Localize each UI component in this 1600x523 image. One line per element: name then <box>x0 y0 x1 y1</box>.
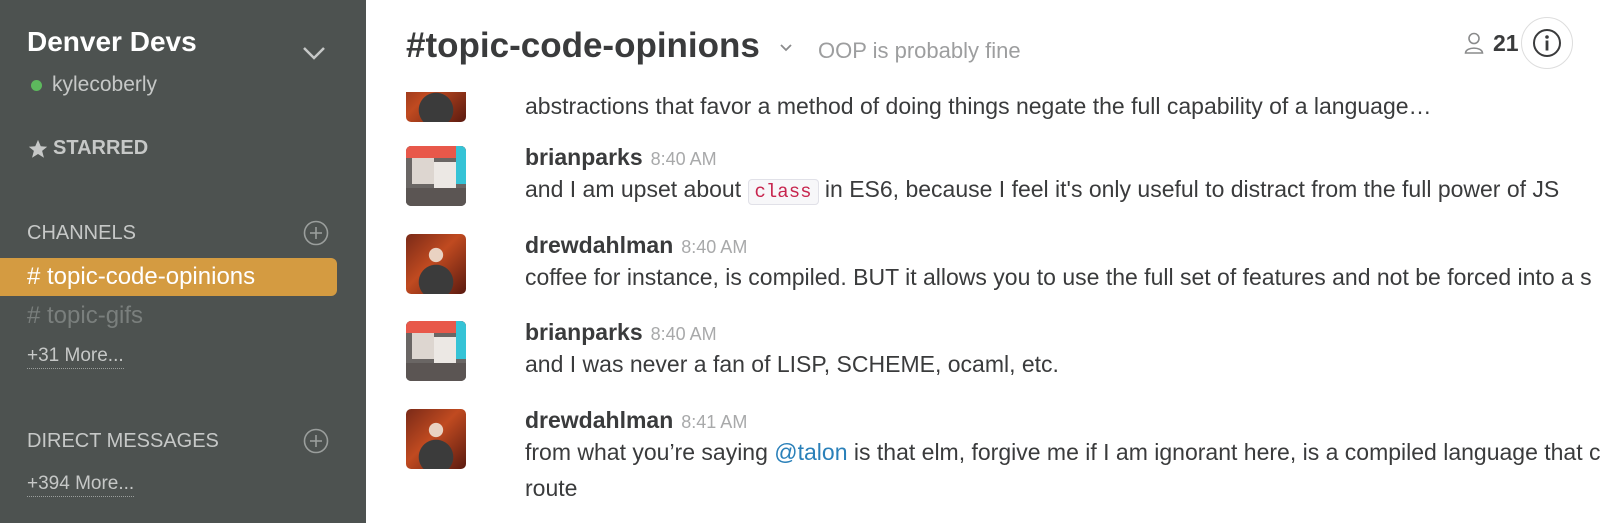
message-text: and I was never a fan of LISP, SCHEME, o… <box>525 351 1059 377</box>
message-author[interactable]: brianparks <box>525 319 643 345</box>
avatar[interactable] <box>406 409 466 469</box>
message-author[interactable]: drewdahlman <box>525 407 673 433</box>
direct-messages-heading[interactable]: DIRECT MESSAGES <box>27 430 219 453</box>
message-author[interactable]: brianparks <box>525 144 643 170</box>
message-timestamp[interactable]: 8:40 AM <box>651 324 717 344</box>
user-mention[interactable]: @talon <box>774 439 847 465</box>
starred-section[interactable]: STARRED <box>27 137 148 160</box>
sidebar: Denver Devs kylecoberly STARRED CHANNELS… <box>0 0 366 523</box>
info-icon <box>1533 29 1561 57</box>
avatar[interactable] <box>406 92 466 122</box>
username: kylecoberly <box>52 73 158 96</box>
message-text: from what you’re saying @talon is that e… <box>525 434 1600 470</box>
inline-code: class <box>747 179 819 205</box>
message-text-continued: route <box>525 475 578 501</box>
current-user[interactable]: kylecoberly <box>31 73 157 97</box>
text-fragment: in ES6, because I feel it's only useful … <box>818 176 1560 202</box>
text-fragment: and I am upset about <box>525 176 748 202</box>
channel-topic-code-opinions[interactable]: # topic-code-opinions <box>0 258 337 296</box>
message-text: abstractions that favor a method of doin… <box>525 93 1432 119</box>
avatar-image <box>406 146 466 206</box>
avatar-image <box>406 321 466 381</box>
member-icon[interactable] <box>1464 32 1484 54</box>
channels-more-link[interactable]: +31 More... <box>27 345 124 369</box>
message-timestamp[interactable]: 8:40 AM <box>651 149 717 169</box>
plus-circle-icon[interactable] <box>303 428 329 454</box>
caret-down-icon[interactable] <box>780 44 792 52</box>
dm-more-link[interactable]: +394 More... <box>27 473 135 497</box>
star-icon <box>28 139 48 158</box>
member-count[interactable]: 21 <box>1493 30 1519 57</box>
presence-icon <box>31 79 42 91</box>
message-author[interactable]: drewdahlman <box>525 232 673 258</box>
chevron-down-icon[interactable] <box>302 46 326 60</box>
channels-heading[interactable]: CHANNELS <box>27 222 136 245</box>
message-timestamp[interactable]: 8:40 AM <box>681 237 747 257</box>
channel-topic-gifs[interactable]: # topic-gifs <box>0 297 337 335</box>
avatar[interactable] <box>406 321 466 381</box>
message-text: and I am upset about class in ES6, becau… <box>525 171 1559 210</box>
text-fragment: from what you’re saying <box>525 439 775 465</box>
starred-label: STARRED <box>53 137 149 159</box>
channel-topic[interactable]: OOP is probably fine <box>818 38 1021 64</box>
message-timestamp[interactable]: 8:41 AM <box>681 412 747 432</box>
avatar[interactable] <box>406 146 466 206</box>
avatar[interactable] <box>406 234 466 294</box>
channel-title[interactable]: #topic-code-opinions <box>406 26 760 66</box>
text-fragment: is that elm, forgive me if I am ignorant… <box>847 439 1600 465</box>
info-button[interactable] <box>1521 17 1573 69</box>
plus-circle-icon[interactable] <box>303 220 329 246</box>
team-name[interactable]: Denver Devs <box>27 26 197 58</box>
channel-header: #topic-code-opinions OOP is probably fin… <box>366 0 1600 92</box>
message-text: coffee for instance, is compiled. BUT it… <box>525 264 1592 290</box>
message-list: abstractions that favor a method of doin… <box>366 92 1600 523</box>
